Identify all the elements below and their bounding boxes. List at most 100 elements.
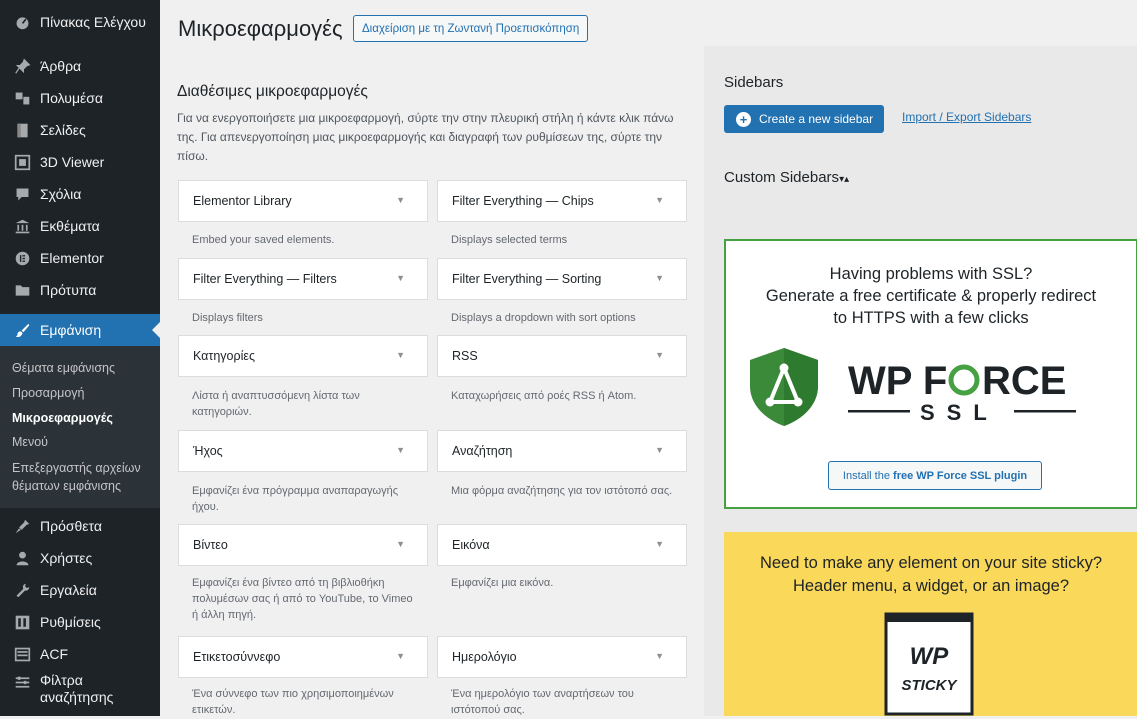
menu-item-tools[interactable]: Εργαλεία [0,574,160,606]
available-widgets-title: Διαθέσιμες μικροεφαρμογές [177,83,368,100]
widget-title: Κατηγορίες [193,349,255,363]
widget-title: Filter Everything — Sorting [452,272,602,286]
import-export-link[interactable]: Import / Export Sidebars [902,110,1031,124]
menu-label: Εκθέματα [40,218,100,234]
menu-item-templates[interactable]: Πρότυπα [0,274,160,306]
widget-calendar[interactable]: Ημερολόγιο ▼ [437,636,687,678]
menu-item-elementor[interactable]: Elementor [0,242,160,274]
dropdown-arrow-icon[interactable]: ▼ [655,273,664,283]
submenu-theme-file-editor[interactable]: Επεξεργαστής αρχείων θέματων εμφάνισης [12,459,157,495]
menu-item-3d-viewer[interactable]: 3D Viewer [0,146,160,178]
dropdown-arrow-icon[interactable]: ▼ [396,350,405,360]
ssl-promo: Having problems with SSL? Generate a fre… [724,239,1137,509]
ssl-line1: Having problems with SSL? [829,265,1033,283]
menu-item-plugins[interactable]: Πρόσθετα [0,510,160,542]
folder-icon [12,280,32,300]
submenu-menus[interactable]: Μενού [12,433,157,451]
menu-item-appearance[interactable]: Εμφάνιση [0,314,160,346]
dropdown-arrow-icon[interactable]: ▼ [655,445,664,455]
menu-item-media[interactable]: Πολυμέσα [0,82,160,114]
menu-label: Χρήστες [40,550,93,566]
menu-label: Ρυθμίσεις [40,614,101,630]
manage-live-preview-button[interactable]: Διαχείριση με τη Ζωντανή Προεπισκόπηση [353,15,589,42]
widget-elementor-library[interactable]: Elementor Library ▼ [178,180,428,222]
install-ssl-plugin-button[interactable]: Install the free WP Force SSL plugin [828,461,1042,490]
menu-label: Άρθρα [40,58,82,74]
widget-title: Εικόνα [452,538,490,552]
widget-desc: Μια φόρμα αναζήτησης για τον ιστότοπό σα… [451,485,673,497]
submenu-themes[interactable]: Θέματα εμφάνισης [12,359,157,377]
page-icon [12,120,32,140]
menu-label: 3D Viewer [40,154,105,170]
widget-desc: Ένα σύννεφο των πιο χρησιμοποιημένων ετι… [192,688,394,716]
dropdown-arrow-icon[interactable]: ▼ [396,651,405,661]
svg-text:STICKY: STICKY [901,677,958,694]
menu-label: Elementor [40,250,104,266]
sticky-line1: Need to make any element on your site st… [759,554,1103,572]
menu-item-settings[interactable]: Ρυθμίσεις [0,606,160,638]
admin-menu: Πίνακας Ελέγχου Άρθρα Πολυμέσα Σελίδες 3… [0,0,160,716]
submenu-customize[interactable]: Προσαρμογή [12,384,157,402]
sticky-promo: Need to make any element on your site st… [724,532,1137,716]
svg-text:SSL: SSL [920,400,999,425]
widget-video[interactable]: Βίντεο ▼ [178,524,428,566]
widget-desc: Εμφανίζει μια εικόνα. [451,577,554,589]
custom-sidebars-title[interactable]: Custom Sidebars▾▴ [724,169,849,186]
widget-rss[interactable]: RSS ▼ [437,335,687,377]
create-sidebar-button[interactable]: + Create a new sidebar [724,105,884,133]
dropdown-arrow-icon[interactable]: ▼ [655,350,664,360]
widget-desc: Εμφανίζει ένα πρόγραμμα αναπαραγωγής ήχο… [192,485,398,513]
widget-tag-cloud[interactable]: Ετικετοσύννεφο ▼ [178,636,428,678]
widget-image[interactable]: Εικόνα ▼ [437,524,687,566]
comment-icon [12,184,32,204]
menu-item-acf[interactable]: ACF [0,638,160,670]
widget-filter-filters[interactable]: Filter Everything — Filters ▼ [178,258,428,300]
widget-desc: Displays a dropdown with sort options [451,312,636,324]
svg-text:WP: WP [910,643,950,670]
create-sidebar-label: Create a new sidebar [759,112,874,126]
settings-icon [12,612,32,632]
menu-item-pages[interactable]: Σελίδες [0,114,160,146]
wp-force-ssl-logo: WP F RCE SSL [746,346,1116,429]
dropdown-arrow-icon[interactable]: ▼ [655,539,664,549]
menu-label: ACF [40,646,68,662]
widget-filter-sorting[interactable]: Filter Everything — Sorting ▼ [437,258,687,300]
menu-item-search-filters[interactable]: Φίλτρα αναζήτησης [0,672,160,712]
dropdown-arrow-icon[interactable]: ▼ [396,539,405,549]
submenu-widgets[interactable]: Μικροεφαρμογές [12,409,157,427]
menu-label: Πίνακας Ελέγχου [40,14,146,30]
dropdown-arrow-icon[interactable]: ▼ [396,195,405,205]
menu-item-exhibits[interactable]: Εκθέματα [0,210,160,242]
wp-sticky-logo: WP STICKY [884,612,974,719]
svg-text:WP F: WP F [848,359,947,403]
widget-desc: Ένα ημερολόγιο των αναρτήσεων του ιστότο… [451,688,634,716]
menu-label: Σελίδες [40,122,86,138]
dropdown-arrow-icon[interactable]: ▼ [396,273,405,283]
available-widgets-desc: Για να ενεργοποιήσετε μια μικροεφαρμογή,… [177,111,674,163]
menu-item-posts[interactable]: Άρθρα [0,50,160,82]
3d-viewer-icon [12,152,32,172]
menu-item-dashboard[interactable]: Πίνακας Ελέγχου [0,6,160,38]
widget-search[interactable]: Αναζήτηση ▼ [437,430,687,472]
menu-label: Σχόλια [40,186,82,202]
dropdown-arrow-icon[interactable]: ▼ [655,195,664,205]
plugin-icon [12,516,32,536]
widget-desc: Λίστα ή αναπτυσσόμενη λίστα των κατηγορι… [192,390,360,418]
ssl-btn-bold: free WP Force SSL plugin [893,469,1028,482]
menu-item-comments[interactable]: Σχόλια [0,178,160,210]
sort-toggle-icon[interactable]: ▾▴ [839,174,849,185]
widget-desc: Καταχωρήσεις από ροές RSS ή Atom. [451,390,637,402]
menu-item-users[interactable]: Χρήστες [0,542,160,574]
sticky-promo-headline: Need to make any element on your site st… [724,552,1137,598]
widget-desc: Embed your saved elements. [192,234,335,246]
widget-title: Ετικετοσύννεφο [193,650,281,664]
appearance-submenu: Θέματα εμφάνισης Προσαρμογή Μικροεφαρμογ… [0,346,160,508]
widget-audio[interactable]: Ήχος ▼ [178,430,428,472]
widget-filter-chips[interactable]: Filter Everything — Chips ▼ [437,180,687,222]
widget-categories[interactable]: Κατηγορίες ▼ [178,335,428,377]
menu-label: Πολυμέσα [40,90,103,106]
appearance-icon [12,320,32,340]
dropdown-arrow-icon[interactable]: ▼ [655,651,664,661]
dropdown-arrow-icon[interactable]: ▼ [396,445,405,455]
svg-text:RCE: RCE [982,359,1066,403]
